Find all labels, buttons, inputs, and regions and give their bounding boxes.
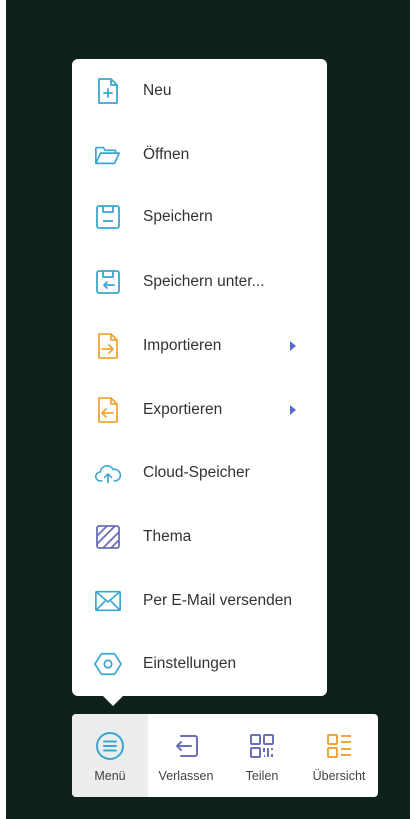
- save-as-icon: [94, 268, 122, 296]
- exit-icon: [171, 731, 201, 761]
- qr-code-icon: [247, 731, 277, 761]
- menu-item-label: Öffnen: [143, 146, 190, 163]
- overview-list-icon: [324, 731, 354, 761]
- menu-item-theme[interactable]: Thema: [72, 511, 327, 563]
- menu-item-label: Speichern unter...: [143, 273, 265, 290]
- menu-item-new[interactable]: Neu: [72, 65, 327, 117]
- menu-item-import[interactable]: Importieren: [72, 320, 327, 372]
- import-icon: [94, 332, 122, 360]
- menu-icon: [95, 731, 125, 761]
- settings-hexagon-icon: [94, 650, 122, 678]
- menu-item-open[interactable]: Öffnen: [72, 129, 327, 181]
- menu-item-save-as[interactable]: Speichern unter...: [72, 256, 327, 308]
- toolbar-leave-label: Verlassen: [158, 769, 214, 783]
- toolbar-share-button[interactable]: Teilen: [224, 714, 300, 797]
- theme-icon: [94, 523, 122, 551]
- menu-item-save[interactable]: Speichern: [72, 191, 327, 243]
- toolbar-overview-label: Übersicht: [312, 769, 366, 783]
- menu-item-label: Per E-Mail versenden: [143, 592, 293, 609]
- menu-item-settings[interactable]: Einstellungen: [72, 638, 327, 690]
- submenu-arrow-icon: [290, 405, 296, 415]
- menu-item-label: Thema: [143, 528, 192, 545]
- menu-item-label: Neu: [143, 82, 172, 99]
- export-icon: [94, 396, 122, 424]
- menu-item-label: Exportieren: [143, 401, 223, 418]
- save-icon: [94, 203, 122, 231]
- toolbar-menu-button[interactable]: Menü: [72, 714, 148, 797]
- menu-item-email[interactable]: Per E-Mail versenden: [72, 575, 327, 627]
- new-file-icon: [94, 77, 122, 105]
- toolbar-share-label: Teilen: [245, 769, 279, 783]
- menu-item-label: Speichern: [143, 208, 213, 225]
- menu-item-cloud[interactable]: Cloud-Speicher: [72, 447, 327, 499]
- menu-item-label: Einstellungen: [143, 655, 237, 672]
- menu-item-label: Cloud-Speicher: [143, 464, 250, 481]
- toolbar-overview-button[interactable]: Übersicht: [300, 714, 378, 797]
- cloud-upload-icon: [94, 459, 122, 487]
- folder-open-icon: [94, 141, 122, 169]
- bottom-toolbar: Menü Verlassen Teilen Übersicht: [72, 714, 378, 797]
- submenu-arrow-icon: [290, 341, 296, 351]
- main-menu-panel: Neu Öffnen Speichern Speichern unter...: [72, 59, 327, 696]
- menu-item-export[interactable]: Exportieren: [72, 384, 327, 436]
- toolbar-leave-button[interactable]: Verlassen: [148, 714, 224, 797]
- toolbar-menu-label: Menü: [94, 769, 126, 783]
- menu-pointer: [102, 695, 124, 706]
- menu-item-label: Importieren: [143, 337, 222, 354]
- email-icon: [94, 587, 122, 615]
